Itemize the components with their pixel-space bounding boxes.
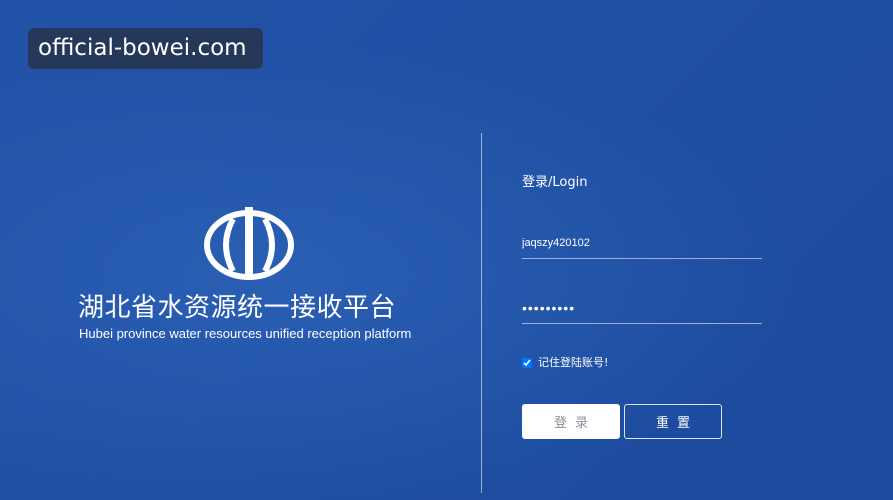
reset-button[interactable]: 重置 [624,404,722,439]
login-button[interactable]: 登录 [522,404,620,439]
platform-title-chinese: 湖北省水资源统一接收平台 [78,293,397,323]
water-emblem-icon [204,207,294,280]
login-heading: 登录/Login [522,175,588,190]
watermark-badge: official-bowei.com [28,28,263,69]
platform-title-english: Hubei province water resources unified r… [79,326,412,341]
remember-account[interactable]: 记住登陆账号! [522,355,608,371]
login-page: official-bowei.com 湖北省水资源统一接收平台 Hubei pr… [0,0,893,500]
vertical-divider [481,133,482,493]
username-input[interactable] [522,228,762,258]
username-field [522,228,762,259]
password-input[interactable] [522,293,762,323]
remember-checkbox[interactable] [522,358,532,368]
password-field [522,293,762,324]
remember-label: 记住登陆账号! [538,356,609,369]
